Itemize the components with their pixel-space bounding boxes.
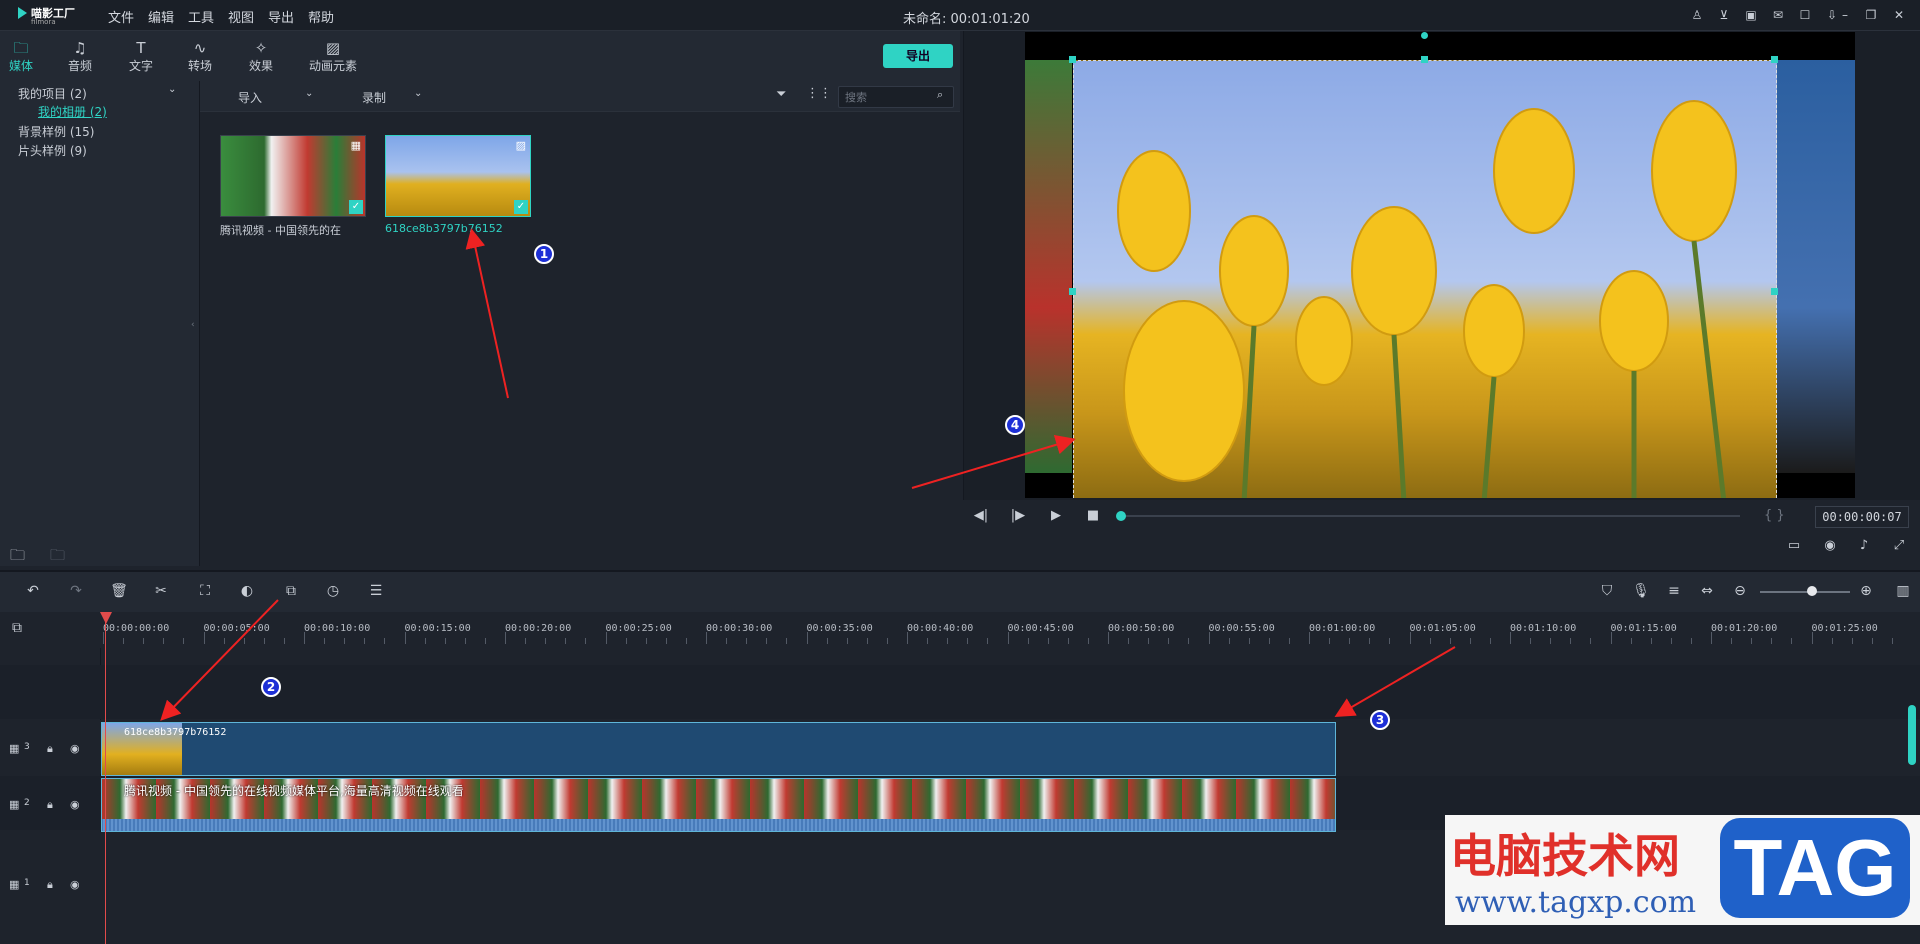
annotation-marker-3: 3 bbox=[1370, 710, 1390, 730]
annotation-marker-1: 1 bbox=[534, 244, 554, 264]
annotation-marker-4: 4 bbox=[1005, 415, 1025, 435]
annotation-arrows bbox=[160, 228, 1456, 721]
watermark-tag-logo: TAG bbox=[1720, 818, 1910, 918]
watermark-title: 电脑技术网 bbox=[1450, 829, 1680, 883]
watermark-url: www.tagxp.com bbox=[1455, 885, 1697, 920]
annotation-marker-2: 2 bbox=[261, 677, 281, 697]
